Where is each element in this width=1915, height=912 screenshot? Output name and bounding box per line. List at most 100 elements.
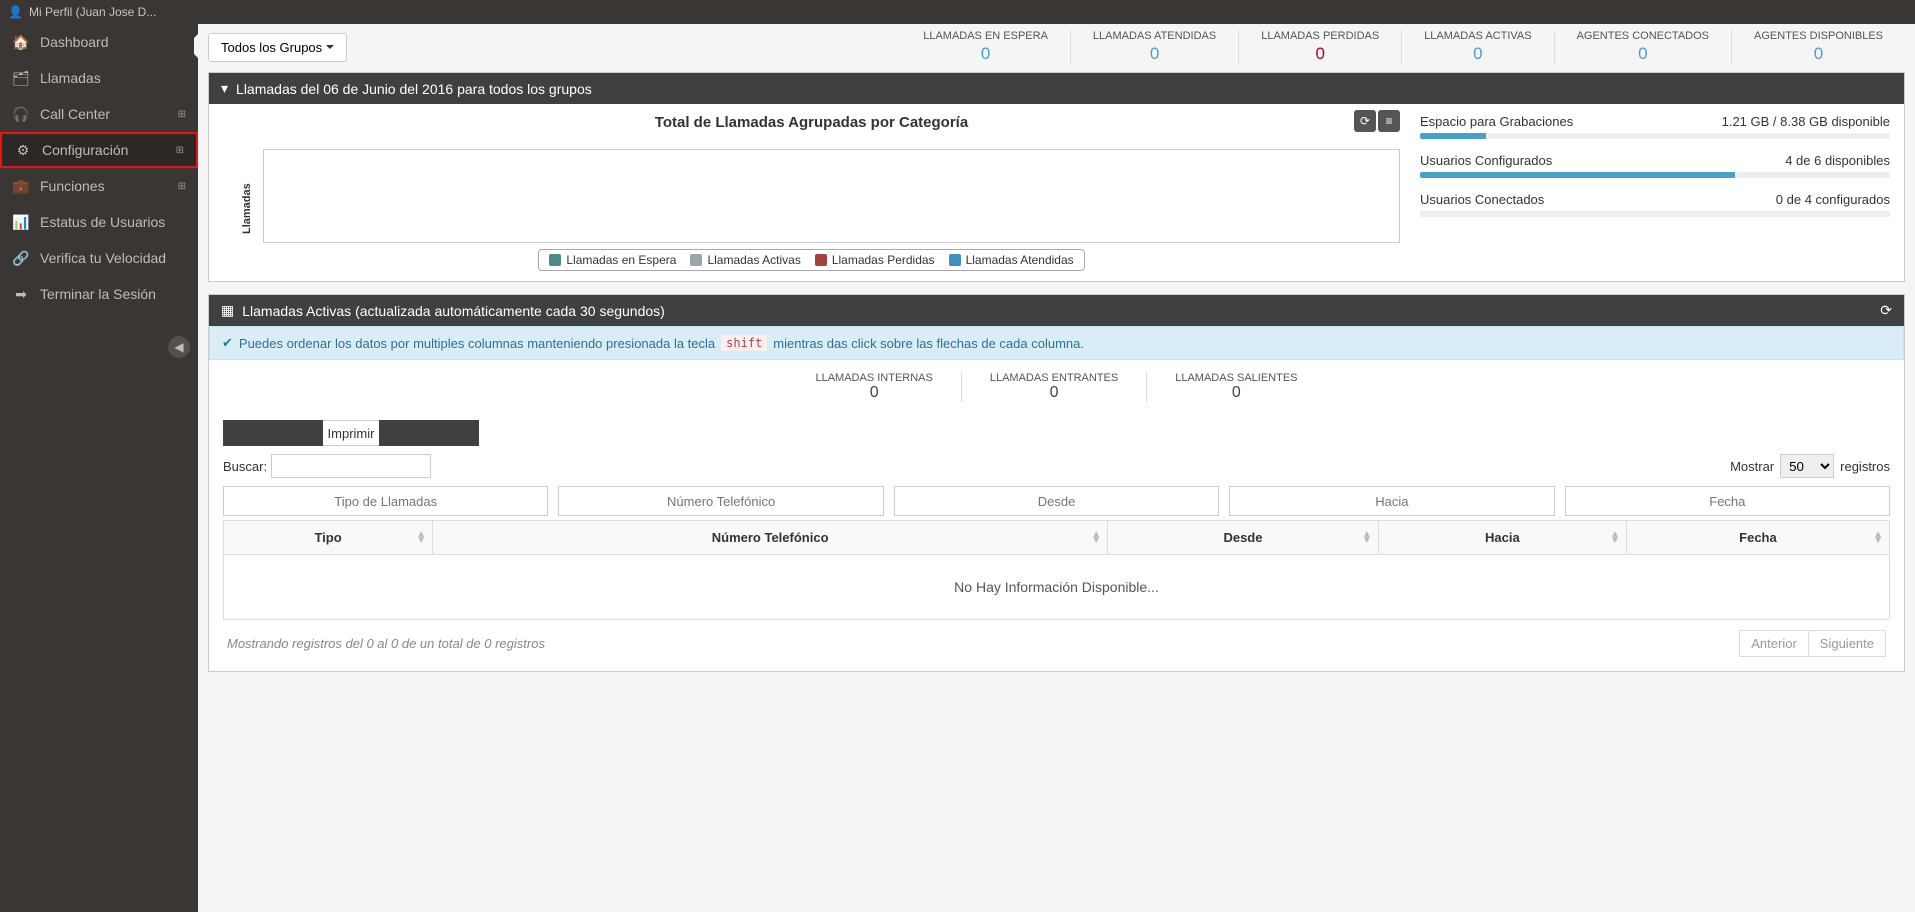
stat-label: LLAMADAS EN ESPERA bbox=[923, 30, 1048, 42]
stat-value: 0 bbox=[1093, 44, 1216, 64]
show-label: Mostrar bbox=[1730, 459, 1774, 474]
legend-label: Llamadas en Espera bbox=[566, 253, 676, 267]
stat-label: LLAMADAS ACTIVAS bbox=[1424, 30, 1531, 42]
sidebar-item-label: Configuración bbox=[42, 142, 128, 158]
refresh-chart-button[interactable]: ⟳ bbox=[1354, 110, 1376, 132]
column-desde[interactable]: Desde▲▼ bbox=[1108, 521, 1379, 555]
sidebar-item-configuración[interactable]: ⚙ Configuración ⊞ bbox=[0, 132, 198, 168]
sidebar-item-estatus-de-usuarios[interactable]: 📊Estatus de Usuarios bbox=[0, 204, 198, 240]
legend-item[interactable]: Llamadas Perdidas bbox=[815, 253, 935, 267]
legend-swatch bbox=[690, 254, 702, 266]
prev-page-button[interactable]: Anterior bbox=[1739, 630, 1809, 657]
filter-input-número-telefónico[interactable] bbox=[558, 486, 883, 516]
search-input[interactable] bbox=[271, 454, 431, 478]
stat-llamadas-en-espera: LLAMADAS EN ESPERA 0 bbox=[901, 30, 1071, 64]
panel-title: Llamadas Activas (actualizada automática… bbox=[242, 303, 665, 319]
nav-icon: 🏠 bbox=[12, 34, 30, 51]
stat-llamadas-atendidas: LLAMADAS ATENDIDAS 0 bbox=[1071, 30, 1239, 64]
info-label: Usuarios Configurados bbox=[1420, 153, 1552, 168]
sidebar-item-terminar-la-sesión[interactable]: ➡Terminar la Sesión bbox=[0, 276, 198, 312]
print-button[interactable]: Imprimir bbox=[323, 420, 379, 446]
stat-label: LLAMADAS ATENDIDAS bbox=[1093, 30, 1216, 42]
stat-value: 0 bbox=[815, 384, 932, 402]
refresh-icon[interactable]: ⟳ bbox=[1880, 302, 1892, 319]
stat-label: LLAMADAS ENTRANTES bbox=[990, 372, 1118, 384]
sidebar-item-verifica-tu-velocidad[interactable]: 🔗Verifica tu Velocidad bbox=[0, 240, 198, 276]
sidebar-item-call-center[interactable]: 🎧 Call Center ⊞ bbox=[0, 96, 198, 132]
sidebar-item-dashboard[interactable]: 🏠Dashboard bbox=[0, 24, 198, 60]
toolbar-segment[interactable] bbox=[223, 420, 323, 446]
chevron-down-icon: ▾ bbox=[221, 80, 228, 97]
calls-table: Tipo▲▼Número Telefónico▲▼Desde▲▼Hacia▲▼F… bbox=[223, 520, 1890, 620]
sidebar-item-label: Llamadas bbox=[40, 70, 101, 86]
chart-title: Total de Llamadas Agrupadas por Categorí… bbox=[223, 114, 1400, 131]
stat-value: 0 bbox=[1577, 44, 1709, 64]
groups-dropdown[interactable]: Todos los Grupos bbox=[208, 33, 347, 62]
y-axis-label: Llamadas bbox=[241, 183, 253, 234]
sidebar-item-llamadas[interactable]: 🗂 Llamadas bbox=[0, 60, 198, 96]
toolbar-segment[interactable] bbox=[379, 420, 479, 446]
stat-label: AGENTES DISPONIBLES bbox=[1754, 30, 1883, 42]
info-value: 1.21 GB / 8.38 GB disponible bbox=[1722, 114, 1890, 129]
filter-input-hacia[interactable] bbox=[1229, 486, 1554, 516]
table-info: Mostrando registros del 0 al 0 de un tot… bbox=[227, 636, 545, 651]
legend-item[interactable]: Llamadas en Espera bbox=[549, 253, 676, 267]
column-fecha[interactable]: Fecha▲▼ bbox=[1626, 521, 1889, 555]
stat-value: 0 bbox=[923, 44, 1048, 64]
sidebar-item-label: Funciones bbox=[40, 178, 105, 194]
stat-label: LLAMADAS SALIENTES bbox=[1175, 372, 1297, 384]
info-value: 0 de 4 configurados bbox=[1776, 192, 1890, 207]
stat-value: 0 bbox=[1754, 44, 1883, 64]
info-row: Usuarios Configurados 4 de 6 disponibles bbox=[1420, 153, 1890, 178]
stat-value: 0 bbox=[990, 384, 1118, 402]
chart-area: Total de Llamadas Agrupadas por Categorí… bbox=[223, 114, 1400, 271]
stat-label: LLAMADAS PERDIDAS bbox=[1261, 30, 1379, 42]
nav-icon: ➡ bbox=[12, 286, 30, 303]
profile-link[interactable]: Mi Perfil (Juan Jose D... bbox=[29, 5, 156, 19]
stat-value: 0 bbox=[1261, 44, 1379, 64]
filter-input-fecha[interactable] bbox=[1565, 486, 1890, 516]
sidebar-item-label: Estatus de Usuarios bbox=[40, 214, 165, 230]
sidebar-item-label: Call Center bbox=[40, 106, 110, 122]
chevron-down-icon bbox=[326, 45, 334, 49]
expand-icon: ⊞ bbox=[176, 145, 184, 156]
groups-dropdown-label: Todos los Grupos bbox=[221, 40, 322, 55]
stat-agentes-conectados: AGENTES CONECTADOS0 bbox=[1555, 30, 1732, 64]
nav-icon: 💼 bbox=[12, 178, 30, 195]
sidebar-item-label: Verifica tu Velocidad bbox=[40, 250, 166, 266]
column-número-telefónico[interactable]: Número Telefónico▲▼ bbox=[433, 521, 1108, 555]
chart-menu-button[interactable]: ≡ bbox=[1378, 110, 1400, 132]
legend-item[interactable]: Llamadas Atendidas bbox=[949, 253, 1074, 267]
stat-value: 0 bbox=[1424, 44, 1531, 64]
filter-input-tipo-de-llamadas[interactable] bbox=[223, 486, 548, 516]
sidebar-item-funciones[interactable]: 💼Funciones⊞ bbox=[0, 168, 198, 204]
table-toolbar: Imprimir bbox=[223, 420, 1890, 446]
main-content: Todos los Grupos LLAMADAS EN ESPERA0LLAM… bbox=[198, 24, 1915, 912]
column-hacia[interactable]: Hacia▲▼ bbox=[1378, 521, 1626, 555]
mini-stat: LLAMADAS ENTRANTES0 bbox=[962, 372, 1147, 402]
collapse-sidebar-button[interactable]: ◀ bbox=[168, 336, 190, 358]
grid-icon: ▦ bbox=[221, 302, 234, 319]
nav-icon: 🗂 bbox=[12, 70, 30, 87]
filter-input-desde[interactable] bbox=[894, 486, 1219, 516]
legend-swatch bbox=[549, 254, 561, 266]
expand-icon: ⊞ bbox=[178, 109, 186, 120]
page-size-select[interactable]: 50 bbox=[1780, 454, 1834, 478]
info-row: Espacio para Grabaciones1.21 GB / 8.38 G… bbox=[1420, 114, 1890, 139]
mini-stat: LLAMADAS SALIENTES0 bbox=[1147, 372, 1325, 402]
next-page-button[interactable]: Siguiente bbox=[1809, 630, 1886, 657]
column-tipo[interactable]: Tipo▲▼ bbox=[224, 521, 433, 555]
legend-label: Llamadas Perdidas bbox=[832, 253, 935, 267]
legend-item[interactable]: Llamadas Activas bbox=[690, 253, 800, 267]
stat-agentes-disponibles: AGENTES DISPONIBLES 0 bbox=[1732, 30, 1905, 64]
sort-icon: ▲▼ bbox=[1091, 532, 1101, 544]
sort-tip: ✔ Puedes ordenar los datos por multiples… bbox=[209, 326, 1904, 360]
topbar: 👤 Mi Perfil (Juan Jose D... bbox=[0, 0, 1915, 24]
sidebar: 🏠Dashboard 🗂 Llamadas 🎧 Call Center ⊞ ⚙ Configu… bbox=[0, 24, 198, 912]
calls-summary-panel: ▾ Llamadas del 06 de Junio del 2016 para… bbox=[208, 72, 1905, 282]
stat-value: 0 bbox=[1175, 384, 1297, 402]
nav-icon: 🎧 bbox=[12, 106, 30, 123]
nav-icon: ⚙ bbox=[14, 142, 32, 159]
records-label: registros bbox=[1840, 459, 1890, 474]
info-value: 4 de 6 disponibles bbox=[1785, 153, 1890, 168]
